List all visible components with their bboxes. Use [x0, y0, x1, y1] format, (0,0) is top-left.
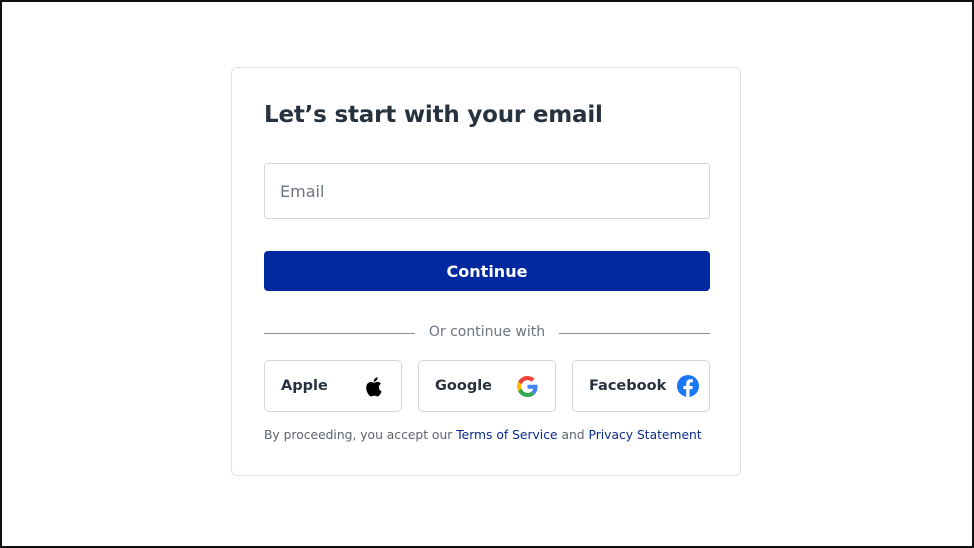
or-divider: Or continue with: [264, 323, 710, 343]
google-icon: [516, 375, 538, 397]
apple-login-button[interactable]: Apple: [264, 360, 402, 412]
divider-text: Or continue with: [428, 324, 546, 340]
page-title: Let’s start with your email: [264, 102, 603, 128]
facebook-icon: [677, 375, 699, 397]
email-field[interactable]: [264, 163, 710, 219]
google-login-button[interactable]: Google: [418, 360, 556, 412]
privacy-statement-link[interactable]: Privacy Statement: [589, 428, 702, 442]
apple-label: Apple: [281, 378, 328, 394]
login-card: Let’s start with your email Continue Or …: [231, 67, 741, 476]
terms-prefix: By proceeding, you accept our: [264, 428, 457, 442]
terms-notice: By proceeding, you accept our Terms of S…: [264, 428, 702, 442]
facebook-label: Facebook: [589, 378, 667, 394]
continue-button[interactable]: Continue: [264, 251, 710, 291]
apple-icon: [362, 375, 384, 397]
divider-line-right: [559, 333, 710, 334]
terms-of-service-link[interactable]: Terms of Service: [456, 428, 557, 442]
google-label: Google: [435, 378, 493, 394]
facebook-login-button[interactable]: Facebook: [572, 360, 710, 412]
terms-and: and: [557, 428, 589, 442]
